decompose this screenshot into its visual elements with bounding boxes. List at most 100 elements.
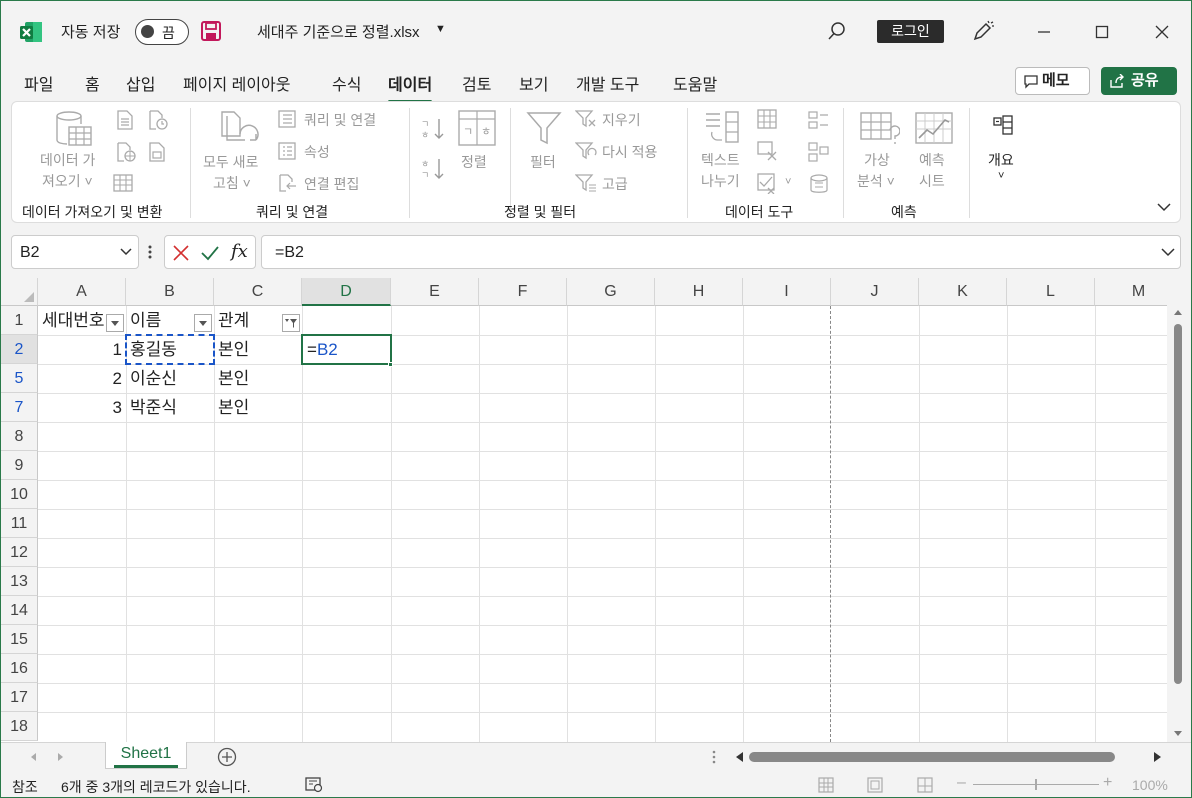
scroll-up-icon[interactable] <box>1173 308 1183 316</box>
get-data-label-2[interactable]: 져오기 ˅ <box>42 171 93 191</box>
row-header-10[interactable]: 10 <box>1 480 38 509</box>
reapply-icon[interactable] <box>575 141 597 161</box>
forecast-label-2[interactable]: 시트 <box>919 171 945 191</box>
cell-a5[interactable]: 2 <box>38 364 126 393</box>
column-header-f[interactable]: F <box>479 278 567 306</box>
row-header-16[interactable]: 16 <box>1 654 38 683</box>
add-sheet-icon[interactable] <box>217 747 237 767</box>
row-header-17[interactable]: 17 <box>1 683 38 712</box>
autosave-toggle[interactable]: 끔 <box>135 19 189 45</box>
column-header-l[interactable]: L <box>1007 278 1095 306</box>
expand-formula-bar-icon[interactable] <box>1160 245 1176 259</box>
file-name[interactable]: 세대주 기준으로 정렬.xlsx <box>257 21 420 42</box>
pen-icon[interactable] <box>971 19 995 43</box>
close-icon[interactable] <box>1147 17 1177 47</box>
cell-b1[interactable]: 이름 <box>126 306 196 335</box>
reapply-label[interactable]: 다시 적용 <box>602 142 657 162</box>
cell-b5[interactable]: 이순신 <box>126 364 214 393</box>
vertical-scroll-thumb[interactable] <box>1174 324 1182 684</box>
filename-chevron-icon[interactable]: ▼ <box>435 23 446 35</box>
cell-a7[interactable]: 3 <box>38 393 126 422</box>
name-box-chevron-icon[interactable] <box>120 247 132 257</box>
row-header-1[interactable]: 1 <box>1 306 38 335</box>
name-box[interactable]: B2 <box>11 235 139 269</box>
row-header-9[interactable]: 9 <box>1 451 38 480</box>
get-data-label-1[interactable]: 데이터 가 <box>40 150 95 170</box>
tab-developer[interactable]: 개발 도구 <box>576 71 639 95</box>
zoom-level[interactable]: 100% <box>1132 777 1168 793</box>
column-header-c[interactable]: C <box>214 278 302 306</box>
sheet-tab-sheet1[interactable]: Sheet1 <box>105 742 187 769</box>
queries-connections-label[interactable]: 쿼리 및 연결 <box>304 110 376 130</box>
tab-formulas[interactable]: 수식 <box>332 71 361 95</box>
horizontal-scroll-thumb[interactable] <box>749 752 1115 762</box>
tab-insert[interactable]: 삽입 <box>126 71 155 95</box>
advanced-label[interactable]: 고급 <box>602 174 628 194</box>
cell-a2[interactable]: 1 <box>38 335 126 364</box>
minimize-icon[interactable] <box>1029 17 1059 47</box>
prev-sheet-icon[interactable] <box>29 752 37 762</box>
tab-view[interactable]: 보기 <box>519 71 548 95</box>
column-header-a[interactable]: A <box>38 278 126 306</box>
enter-formula-icon[interactable] <box>200 244 220 262</box>
filter-applied-c-icon[interactable] <box>282 314 300 332</box>
maximize-icon[interactable] <box>1087 17 1117 47</box>
scroll-left-icon[interactable] <box>734 751 744 763</box>
remove-duplicates-icon[interactable] <box>756 140 778 162</box>
tab-page-layout[interactable]: 페이지 레이아웃 <box>183 71 291 95</box>
row-header-14[interactable]: 14 <box>1 596 38 625</box>
login-button[interactable]: 로그인 <box>877 20 944 43</box>
from-web-icon[interactable] <box>116 142 136 162</box>
row-header-2[interactable]: 2 <box>1 335 38 364</box>
tab-review[interactable]: 검토 <box>462 71 491 95</box>
scroll-right-icon[interactable] <box>1153 751 1163 763</box>
properties-icon[interactable] <box>278 142 296 160</box>
column-header-d[interactable]: D <box>302 278 391 306</box>
select-all-corner[interactable] <box>1 278 38 306</box>
row-header-13[interactable]: 13 <box>1 567 38 596</box>
row-header-12[interactable]: 12 <box>1 538 38 567</box>
column-header-k[interactable]: K <box>919 278 1007 306</box>
from-table-icon[interactable] <box>113 174 133 192</box>
row-header-11[interactable]: 11 <box>1 509 38 538</box>
insert-function-icon[interactable]: fx <box>231 241 248 262</box>
recent-sources-icon[interactable] <box>148 110 168 130</box>
what-if-label-2[interactable]: 분석 ˅ <box>857 171 895 191</box>
scroll-down-icon[interactable] <box>1173 730 1183 738</box>
zoom-in-icon[interactable]: + <box>1103 774 1112 792</box>
clear-filter-icon[interactable] <box>575 109 597 129</box>
accessibility-icon[interactable] <box>305 777 323 793</box>
vertical-scrollbar[interactable] <box>1169 306 1189 742</box>
sort-ascending-icon[interactable]: ㄱㅎ <box>420 116 446 142</box>
refresh-all-label-1[interactable]: 모두 새로 <box>203 152 258 172</box>
filter-dropdown-a[interactable] <box>106 314 124 332</box>
row-header-5[interactable]: 5 <box>1 364 38 393</box>
tab-data[interactable]: 데이터 <box>388 71 433 103</box>
data-validation-icon[interactable] <box>756 172 778 194</box>
fill-handle[interactable] <box>388 362 393 367</box>
edit-links-label[interactable]: 연결 편집 <box>304 174 359 194</box>
cancel-formula-icon[interactable] <box>172 244 190 262</box>
data-model-icon[interactable] <box>808 174 830 194</box>
column-header-i[interactable]: I <box>743 278 831 306</box>
row-header-15[interactable]: 15 <box>1 625 38 654</box>
sort-label[interactable]: 정렬 <box>461 152 487 172</box>
consolidate-icon[interactable] <box>808 110 830 130</box>
column-header-h[interactable]: H <box>655 278 743 306</box>
tab-help[interactable]: 도움말 <box>673 71 717 95</box>
text-to-columns-label-2[interactable]: 나누기 <box>701 171 740 191</box>
next-sheet-icon[interactable] <box>57 752 65 762</box>
formula-bar-options-icon[interactable] <box>147 244 153 260</box>
what-if-label-1[interactable]: 가상 <box>864 150 890 170</box>
column-header-j[interactable]: J <box>831 278 919 306</box>
memo-button[interactable]: 메모 <box>1015 67 1090 95</box>
edit-links-icon[interactable] <box>278 174 298 192</box>
page-break-preview-icon[interactable] <box>917 777 933 793</box>
ribbon-collapse-chevron-icon[interactable] <box>1156 200 1172 214</box>
refresh-all-label-2[interactable]: 고침 ˅ <box>213 173 251 193</box>
cell-c1[interactable]: 관계 <box>214 306 284 335</box>
row-header-18[interactable]: 18 <box>1 712 38 741</box>
outline-label[interactable]: 개요 <box>988 150 1014 170</box>
column-header-b[interactable]: B <box>126 278 214 306</box>
column-header-g[interactable]: G <box>567 278 655 306</box>
